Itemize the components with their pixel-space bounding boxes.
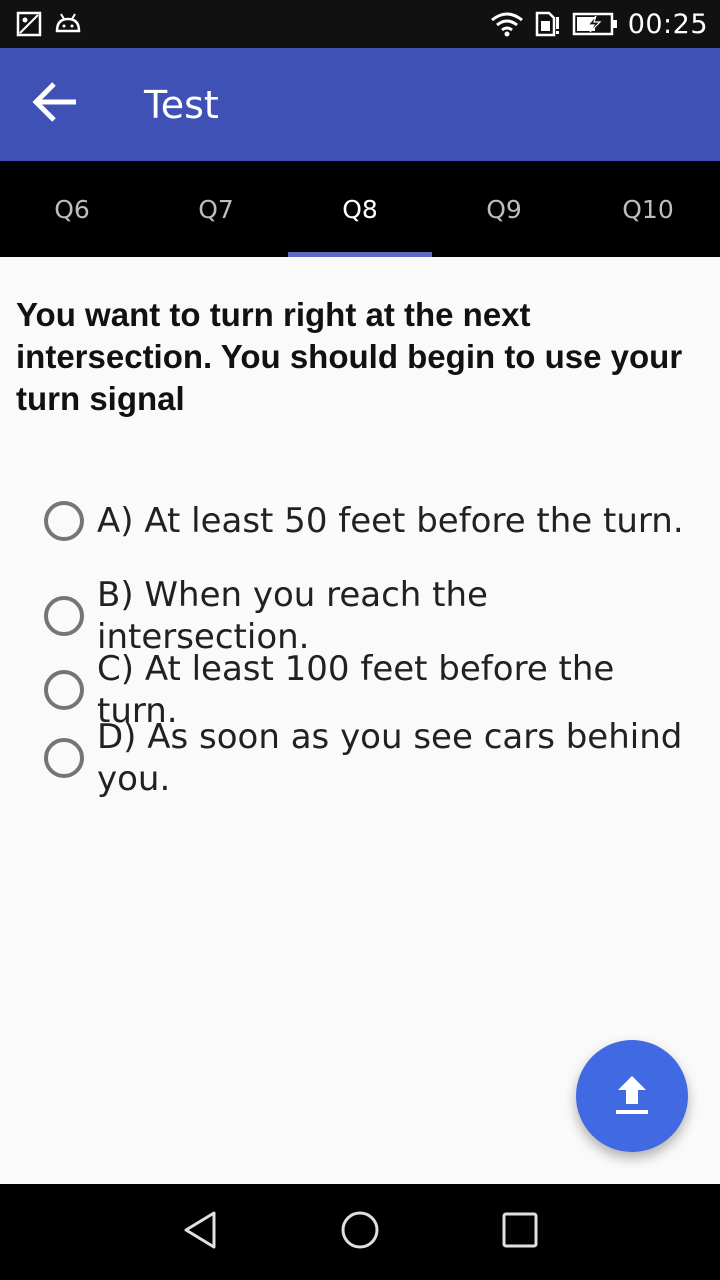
status-time: 00:25: [627, 8, 708, 40]
app-bar: Test: [0, 48, 720, 161]
option-a[interactable]: A) At least 50 feet before the turn.: [40, 500, 700, 542]
tab-q9[interactable]: Q9: [432, 161, 576, 257]
upload-icon: [612, 1072, 652, 1121]
image-icon: [16, 11, 42, 37]
system-nav-bar: [0, 1184, 720, 1280]
sim-icon: [534, 11, 562, 37]
submit-fab-button[interactable]: [576, 1040, 688, 1152]
nav-home-button[interactable]: [320, 1192, 400, 1272]
radio-button[interactable]: [44, 670, 84, 710]
status-bar: 00:25: [0, 0, 720, 48]
tab-q6[interactable]: Q6: [0, 161, 144, 257]
option-label: A) At least 50 feet before the turn.: [97, 501, 684, 541]
question-text: You want to turn right at the next inter…: [16, 296, 683, 417]
nav-recents-button[interactable]: [480, 1192, 560, 1272]
nav-back-button[interactable]: [160, 1192, 240, 1272]
option-b[interactable]: B) When you reach the intersection.: [40, 574, 700, 658]
question-tabs: Q6 Q7 Q8 Q9 Q10: [0, 161, 720, 257]
nav-back-icon: [180, 1209, 220, 1256]
page-title: Test: [144, 82, 219, 127]
tab-q10[interactable]: Q10: [576, 161, 720, 257]
radio-button[interactable]: [44, 596, 84, 636]
tab-q7[interactable]: Q7: [144, 161, 288, 257]
option-label: B) When you reach the intersection.: [97, 575, 488, 657]
nav-home-icon: [339, 1209, 381, 1256]
option-label: D) As soon as you see cars behind you.: [97, 717, 683, 799]
radio-button[interactable]: [44, 501, 84, 541]
back-button[interactable]: [0, 48, 112, 161]
battery-charging-icon: [572, 12, 618, 36]
option-d[interactable]: D) As soon as you see cars behind you.: [40, 716, 700, 800]
radio-button[interactable]: [44, 738, 84, 778]
tab-q8[interactable]: Q8: [288, 161, 432, 257]
wifi-icon: [490, 11, 524, 37]
android-icon: [54, 13, 82, 35]
nav-recents-icon: [500, 1210, 540, 1255]
arrow-back-icon: [32, 80, 80, 129]
